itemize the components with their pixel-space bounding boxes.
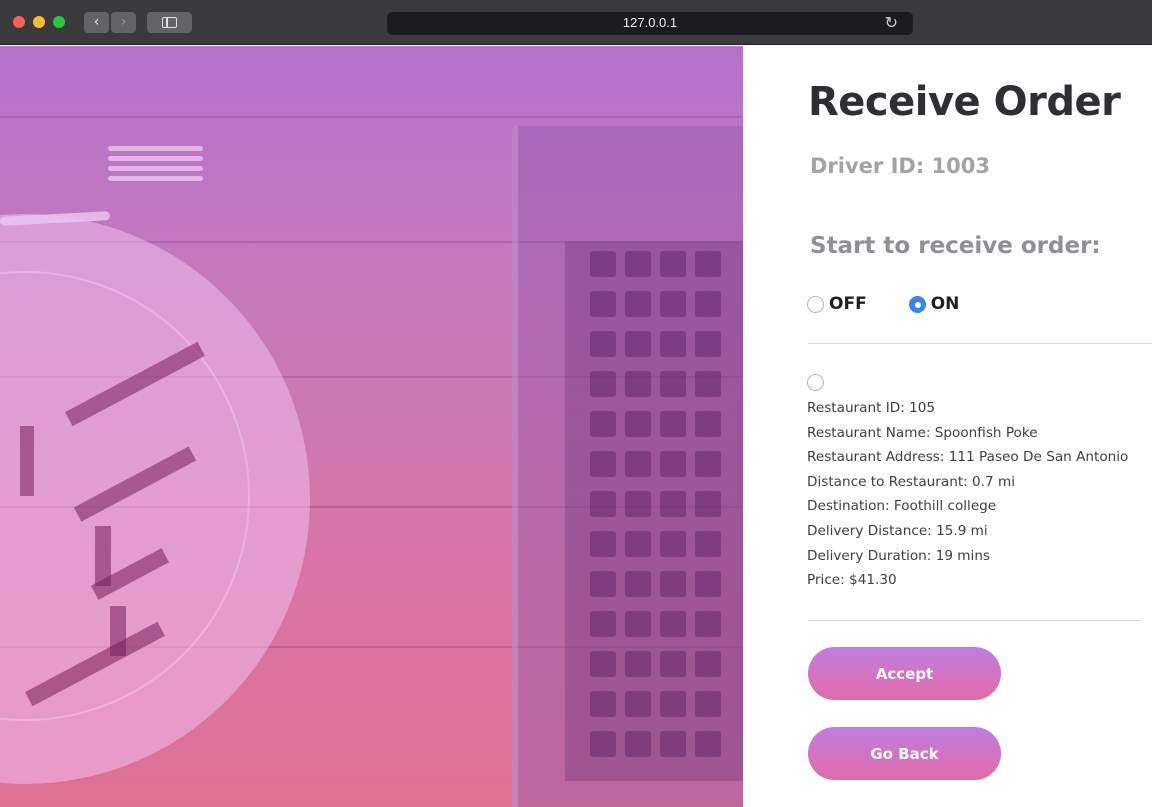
sidebar-toggle-button[interactable]: [147, 12, 192, 33]
off-radio[interactable]: [807, 295, 824, 313]
on-label: ON: [930, 294, 960, 314]
maximize-window-button[interactable]: [53, 16, 65, 28]
address-bar[interactable]: 127.0.0.1 ↻: [387, 12, 913, 35]
sidebar-icon: [162, 17, 177, 28]
page-title: Receive Order: [808, 79, 1121, 125]
off-label: OFF: [829, 294, 867, 314]
close-window-button[interactable]: [13, 16, 25, 28]
distance-to-restaurant: Distance to Restaurant: 0.7 mi: [807, 473, 1016, 490]
restaurant-id: Restaurant ID: 105: [807, 400, 936, 416]
divider-top: [808, 343, 1152, 344]
receive-order-panel: Receive Order Driver ID: 1003 Start to r…: [743, 46, 1152, 807]
receive-toggle-group: OFF ON: [807, 292, 959, 316]
minimize-window-button[interactable]: [33, 16, 45, 28]
chevron-right-icon: ›: [120, 14, 127, 30]
forward-button[interactable]: ›: [111, 12, 136, 33]
divider-bottom: [808, 620, 1141, 621]
restaurant-address: Restaurant Address: 111 Paseo De San Ant…: [807, 449, 1129, 466]
start-receive-label: Start to receive order:: [810, 233, 1101, 259]
hero-image: [0, 46, 743, 807]
chevron-left-icon: ‹: [93, 14, 100, 30]
reload-icon[interactable]: ↻: [885, 13, 898, 32]
price: Price: $41.30: [807, 572, 897, 589]
back-button[interactable]: ‹: [84, 12, 109, 33]
destination: Destination: Foothill college: [807, 498, 997, 515]
delivery-duration: Delivery Duration: 19 mins: [807, 547, 991, 564]
browser-toolbar: ‹ › 127.0.0.1 ↻: [0, 0, 1152, 45]
delivery-distance: Delivery Distance: 15.9 mi: [807, 522, 988, 539]
go-back-button[interactable]: Go Back: [808, 727, 1001, 780]
driver-id: Driver ID: 1003: [810, 154, 990, 178]
url-text: 127.0.0.1: [622, 15, 678, 30]
on-radio[interactable]: [908, 295, 926, 313]
order-select-radio[interactable]: [807, 374, 824, 391]
accept-button[interactable]: Accept: [808, 647, 1001, 700]
restaurant-name: Restaurant Name: Spoonfish Poke: [807, 424, 1038, 441]
order-details: Restaurant ID: 105 Restaurant Name: Spoo…: [807, 396, 1128, 593]
